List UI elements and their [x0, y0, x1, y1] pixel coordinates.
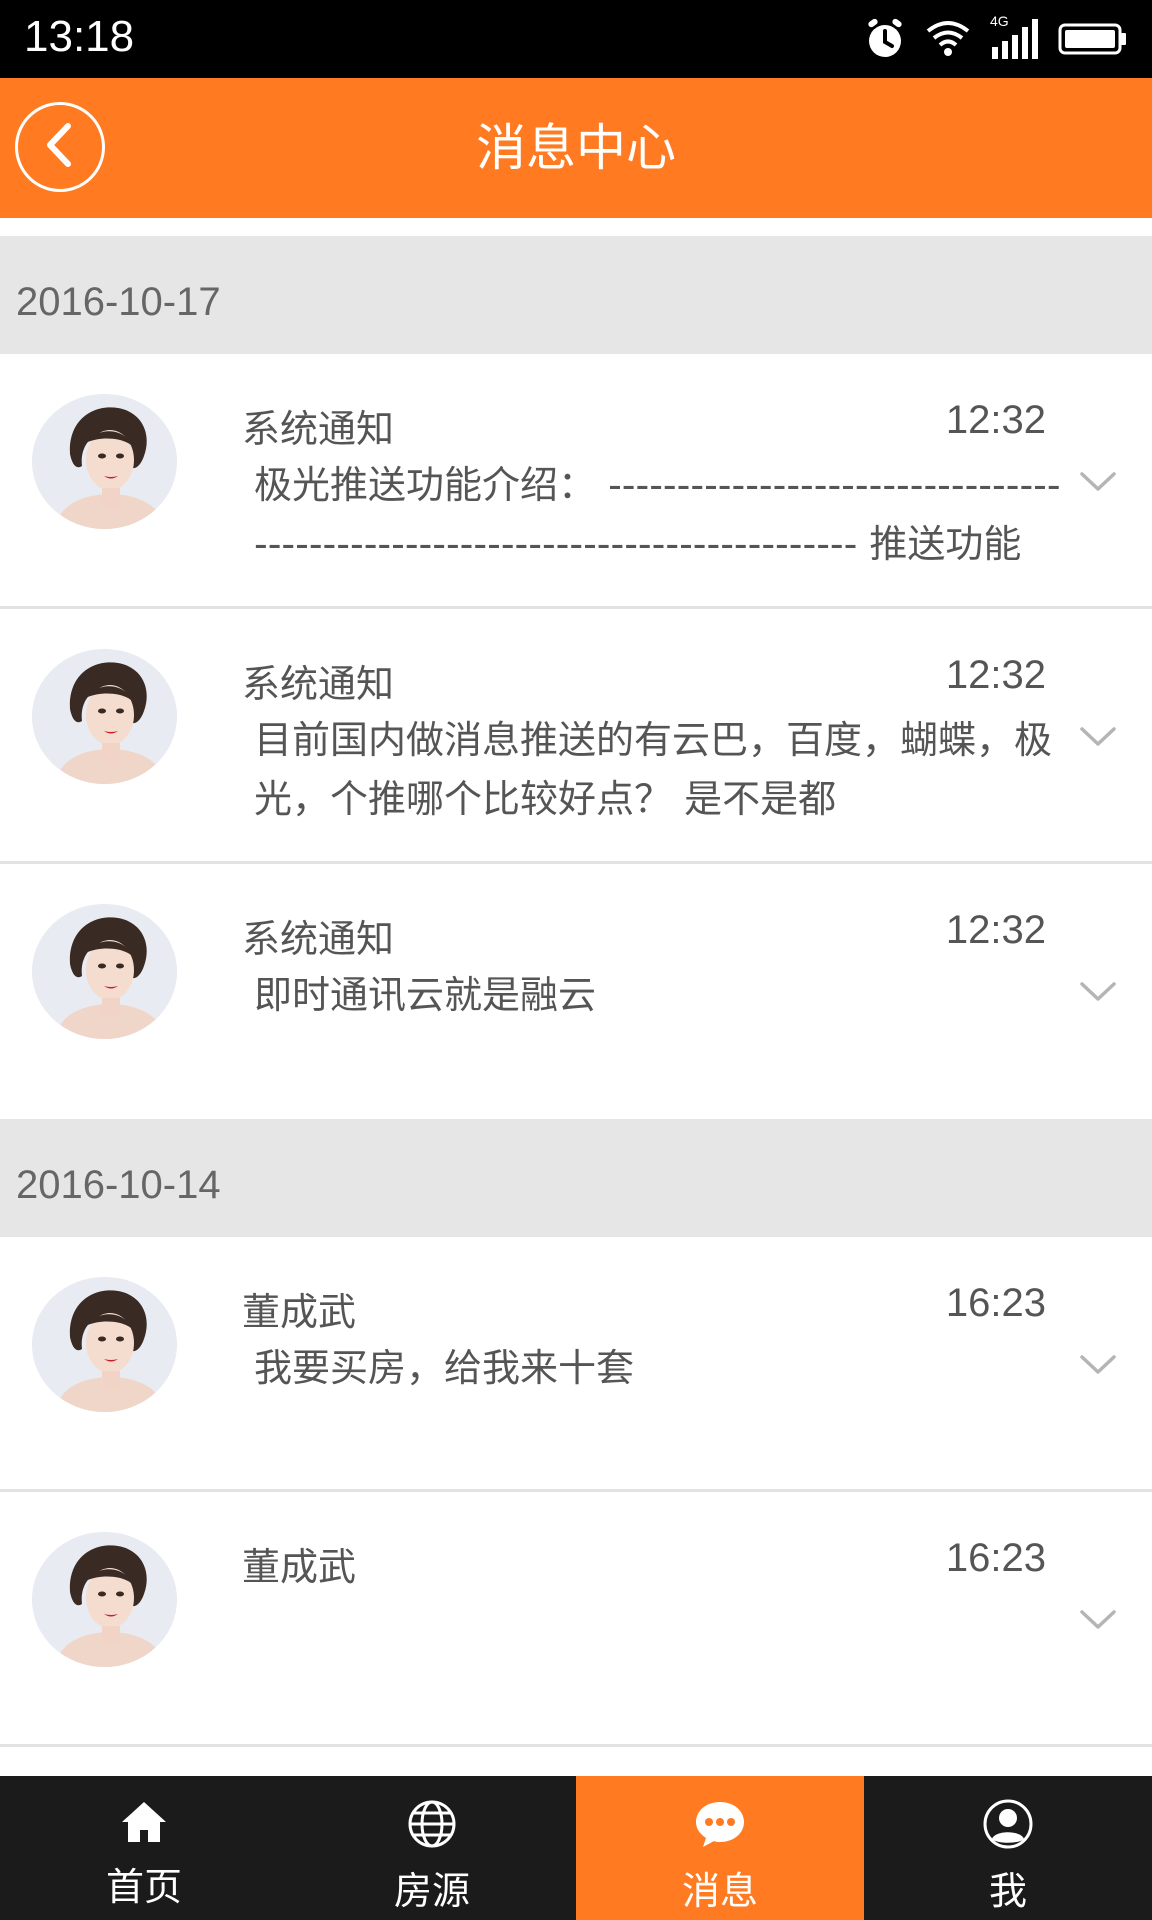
message-item[interactable]: 系统通知 12:32 极光推送功能介绍： -------------------… [0, 354, 1152, 609]
page-title: 消息中心 [476, 119, 676, 177]
signal-icon: 4G [990, 13, 1040, 61]
message-time: 16:23 [945, 1536, 1046, 1580]
avatar [32, 904, 177, 1039]
user-icon [982, 1798, 1034, 1854]
nav-item-messages[interactable]: 消息 [576, 1776, 864, 1920]
chevron-down-icon[interactable] [1070, 454, 1126, 510]
status-icons: 4G [864, 13, 1128, 64]
globe-icon [406, 1798, 458, 1854]
message-time: 16:23 [945, 1281, 1046, 1325]
back-arrow-icon [40, 120, 80, 174]
date-header: 2016-10-17 [0, 236, 1152, 354]
message-preview: 我要买房，给我来十套 [254, 1346, 635, 1390]
message-item[interactable]: 系统通知 12:32 即时通讯云就是融云 [0, 864, 1152, 1119]
nav-label: 我 [988, 1869, 1027, 1913]
status-bar: 13:18 4G [0, 0, 1152, 78]
message-item[interactable]: 系统通知 12:32 目前国内做消息推送的有云巴，百度，蝴蝶，极光，个推哪个比较… [0, 609, 1152, 864]
date-header: 2016-10-14 [0, 1119, 1152, 1237]
wifi-icon [924, 19, 972, 59]
message-sender: 系统通知 [242, 917, 395, 961]
nav-label: 消息 [681, 1869, 758, 1913]
avatar [32, 649, 177, 784]
status-time: 13:18 [24, 12, 135, 61]
chevron-down-icon[interactable] [1070, 1592, 1126, 1648]
message-preview: 目前国内做消息推送的有云巴，百度，蝴蝶，极光，个推哪个比较好点？ 是不是都 [254, 718, 1053, 821]
nav-label: 首页 [105, 1865, 182, 1909]
message-item[interactable]: 董成武 16:23 我要买房，给我来十套 [0, 1237, 1152, 1492]
message-preview: 即时通讯云就是融云 [254, 973, 597, 1017]
network-type-label: 4G [990, 13, 1009, 29]
app-root: 13:18 4G 消息中心 2016-10-17 系统通知 12:32 极光推送… [0, 0, 1152, 1920]
message-time: 12:32 [945, 908, 1046, 952]
message-sender: 系统通知 [242, 407, 395, 451]
app-header: 消息中心 [0, 78, 1152, 218]
message-item[interactable]: 董成武 16:23 [0, 1492, 1152, 1747]
home-icon [118, 1798, 170, 1850]
avatar [32, 1532, 177, 1667]
avatar [32, 1277, 177, 1412]
battery-icon [1058, 21, 1128, 57]
chat-bubble-icon [693, 1798, 747, 1854]
chevron-down-icon[interactable] [1070, 709, 1126, 765]
nav-item-listings[interactable]: 房源 [288, 1776, 576, 1920]
back-button[interactable] [15, 102, 105, 192]
nav-item-home[interactable]: 首页 [0, 1776, 288, 1920]
alarm-icon [864, 17, 906, 61]
bottom-nav: 首页 房源 消息 我 [0, 1776, 1152, 1920]
message-list: 2016-10-17 系统通知 12:32 极光推送功能介绍： --------… [0, 236, 1152, 1747]
message-time: 12:32 [945, 653, 1046, 697]
message-time: 12:32 [945, 398, 1046, 442]
nav-label: 房源 [393, 1869, 470, 1913]
avatar [32, 394, 177, 529]
nav-item-me[interactable]: 我 [864, 1776, 1152, 1920]
message-sender: 系统通知 [242, 662, 395, 706]
message-preview: 极光推送功能介绍： ------------------------------… [254, 463, 1061, 566]
message-sender: 董成武 [242, 1290, 357, 1334]
message-sender: 董成武 [242, 1545, 357, 1589]
chevron-down-icon[interactable] [1070, 1337, 1126, 1393]
chevron-down-icon[interactable] [1070, 964, 1126, 1020]
